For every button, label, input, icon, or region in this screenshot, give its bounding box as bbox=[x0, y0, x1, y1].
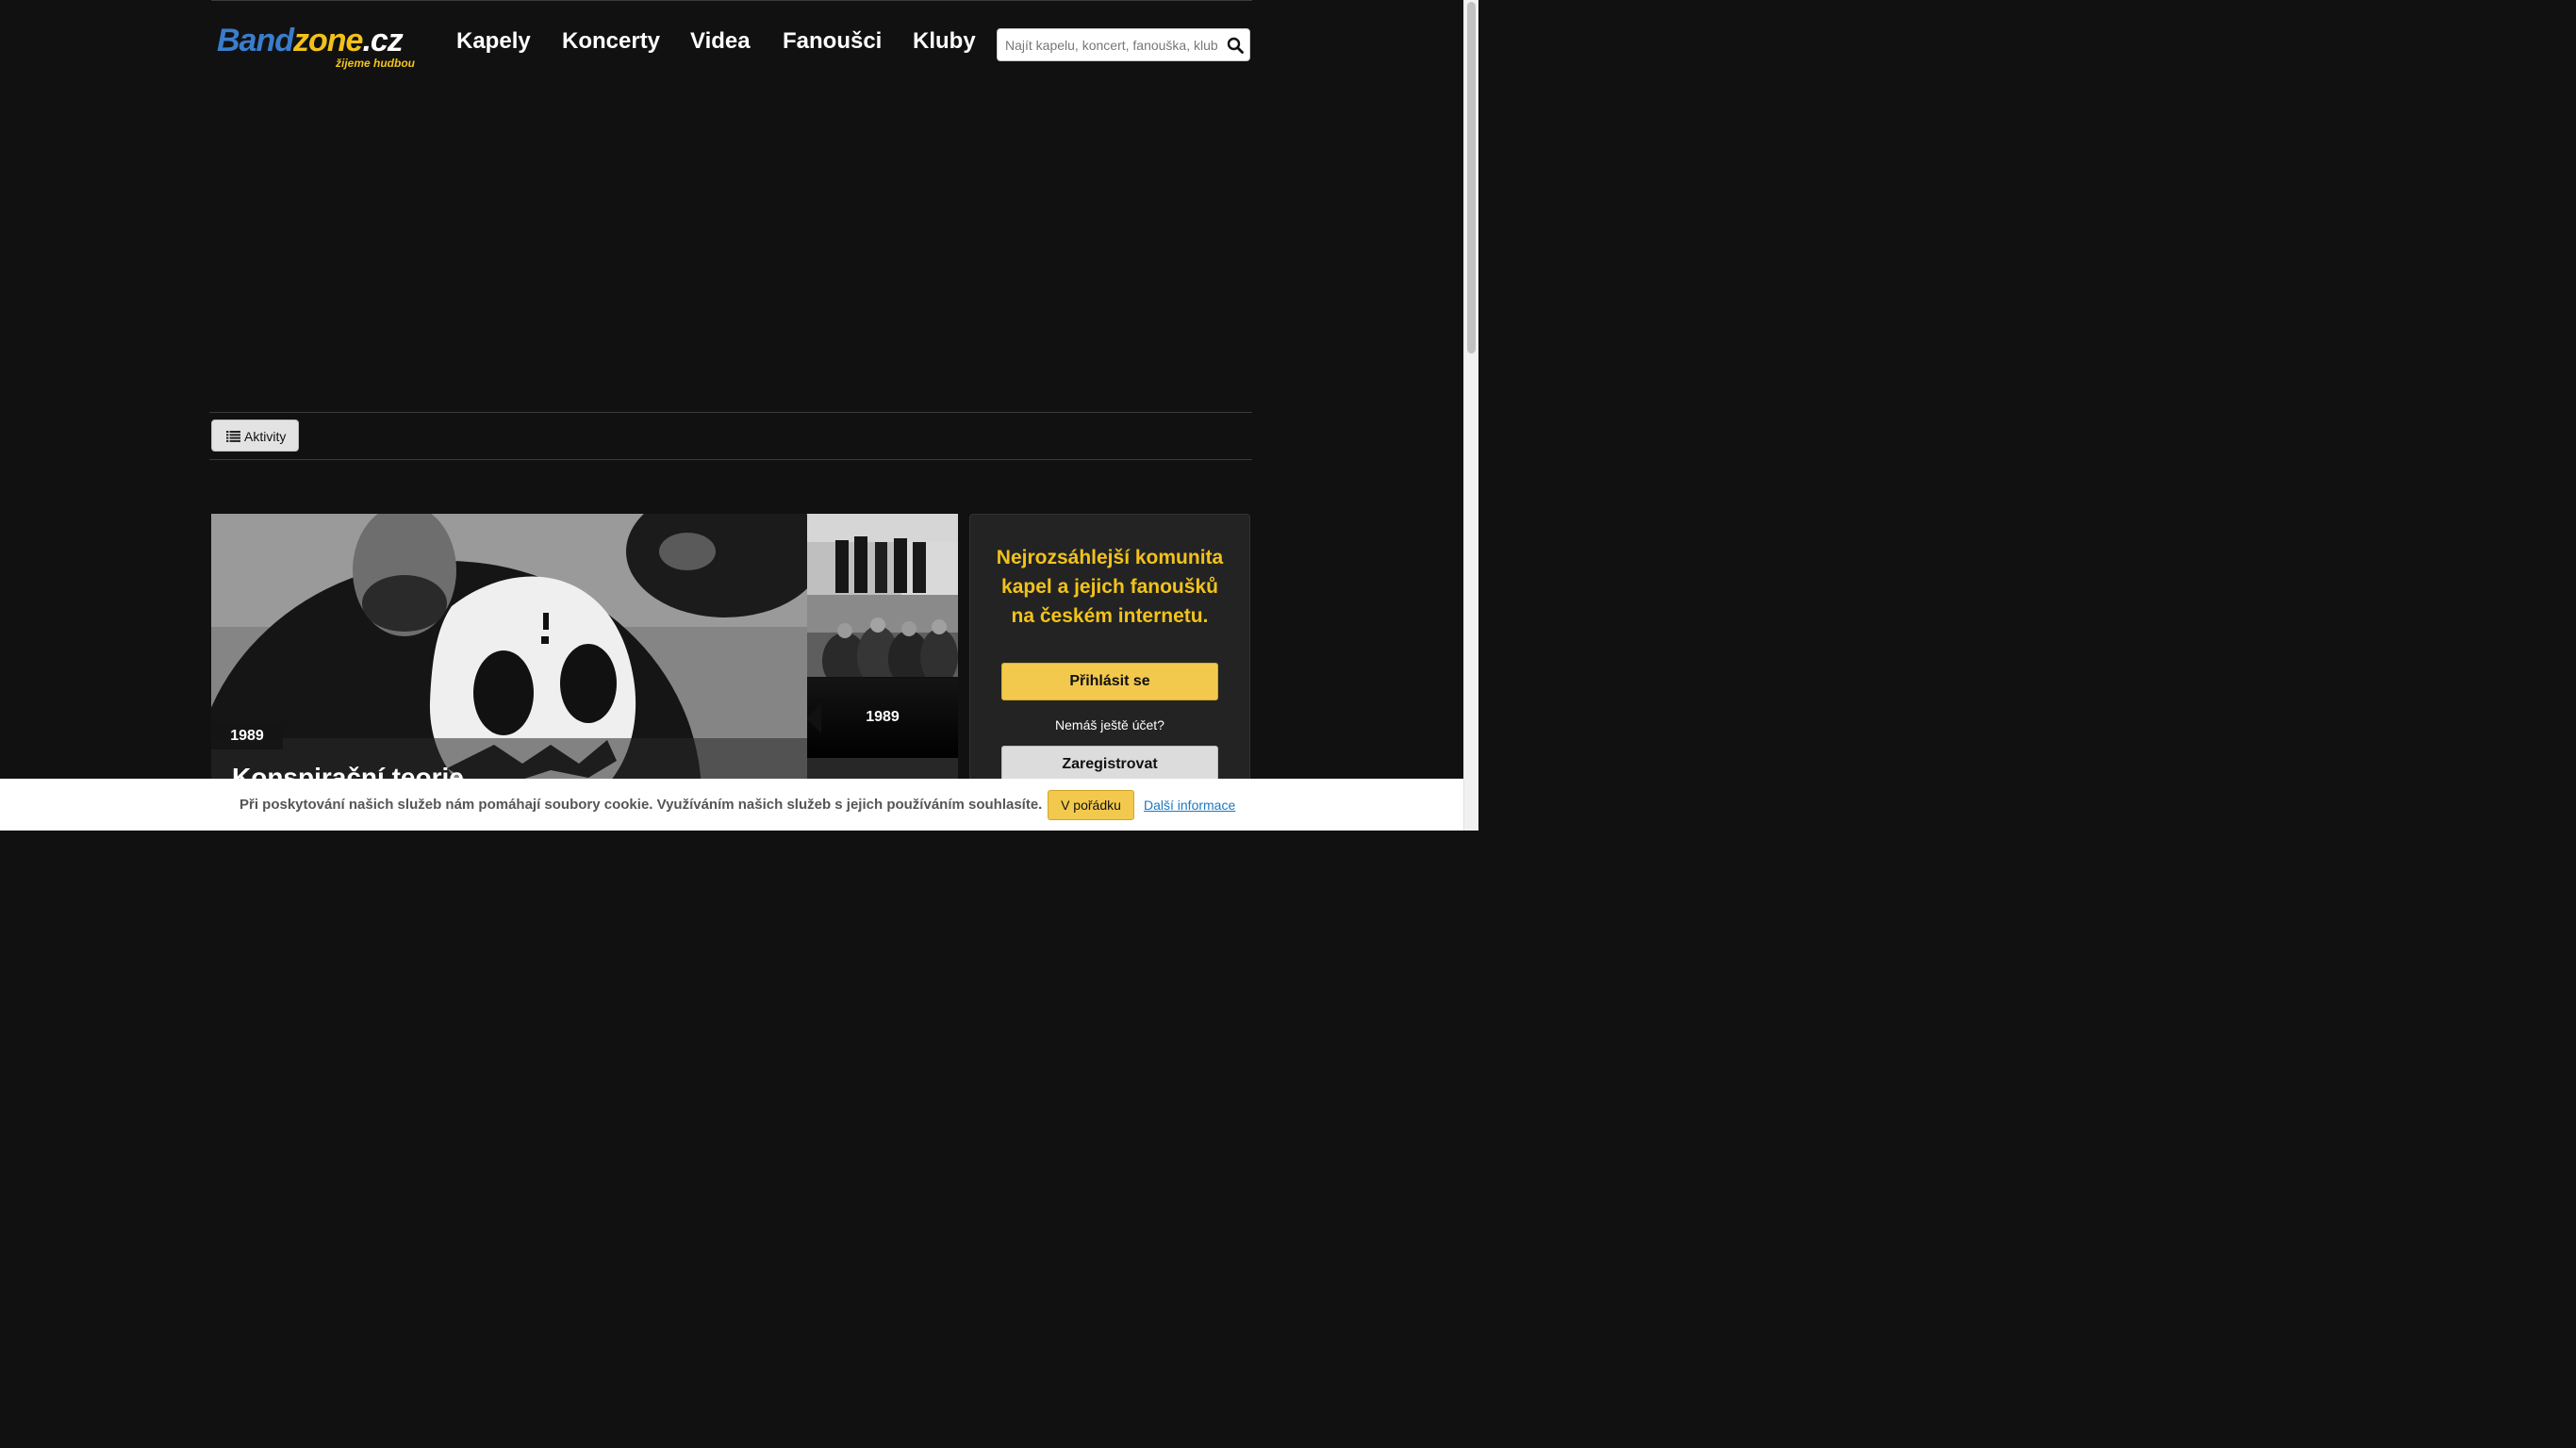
featured-story[interactable]: 1989 Konspirační teorie bbox=[211, 514, 807, 797]
page: Bandzone.cz žijeme hudbou Kapely Koncert… bbox=[0, 0, 1463, 831]
signup-panel: Nejrozsáhlejší komunita kapel a jejich f… bbox=[969, 514, 1250, 797]
no-account-text: Nemáš ještě účet? bbox=[1055, 717, 1164, 732]
nav-kluby[interactable]: Kluby bbox=[913, 28, 976, 55]
list-icon bbox=[226, 431, 240, 442]
community-headline: Nejrozsáhlejší komunita kapel a jejich f… bbox=[996, 547, 1224, 627]
thumbnail-photo bbox=[807, 595, 958, 677]
site-logo[interactable]: Bandzone.cz žijeme hudbou bbox=[217, 23, 417, 74]
cookie-accept-button[interactable]: V pořádku bbox=[1048, 790, 1134, 820]
scrollbar-thumb[interactable] bbox=[1467, 2, 1476, 354]
cookie-more-link[interactable]: Další informace bbox=[1144, 798, 1235, 813]
nav-videa[interactable]: Videa bbox=[690, 28, 751, 55]
register-button[interactable]: Zaregistrovat bbox=[1001, 746, 1218, 783]
thumbnail-item[interactable] bbox=[807, 514, 958, 595]
cookie-message: Při poskytování našich služeb nám pomáha… bbox=[239, 797, 1043, 813]
activity-button[interactable]: Aktivity bbox=[211, 420, 299, 452]
logo-wordmark: Bandzone.cz bbox=[217, 23, 417, 58]
search-input[interactable] bbox=[1005, 29, 1218, 60]
thumbnail-item[interactable] bbox=[807, 595, 958, 677]
toolbar-divider-bottom bbox=[209, 459, 1252, 460]
thumbnail-year: 1989 bbox=[866, 709, 900, 725]
featured-year-badge: 1989 bbox=[211, 723, 283, 749]
toolbar-divider-top bbox=[209, 412, 1252, 413]
nav-koncerty[interactable]: Koncerty bbox=[562, 28, 660, 55]
thumbnail-photo bbox=[807, 514, 958, 595]
logo-word-zone: zone bbox=[293, 23, 363, 58]
top-divider bbox=[211, 0, 1252, 1]
logo-word-cz: .cz bbox=[362, 23, 403, 58]
search-icon[interactable] bbox=[1227, 37, 1244, 54]
vertical-scrollbar[interactable] bbox=[1463, 0, 1478, 831]
activity-button-label: Aktivity bbox=[244, 429, 287, 444]
nav-kapely[interactable]: Kapely bbox=[456, 28, 531, 55]
nav-fanousci[interactable]: Fanoušci bbox=[783, 28, 882, 55]
logo-word-band: Band bbox=[217, 23, 294, 58]
cookie-banner: Při poskytování našich služeb nám pomáha… bbox=[0, 779, 1463, 831]
login-button[interactable]: Přihlásit se bbox=[1001, 663, 1218, 700]
logo-tagline: žijeme hudbou bbox=[336, 57, 415, 70]
thumbnail-item-active[interactable]: 1989 bbox=[807, 679, 958, 758]
search-box bbox=[997, 28, 1250, 61]
